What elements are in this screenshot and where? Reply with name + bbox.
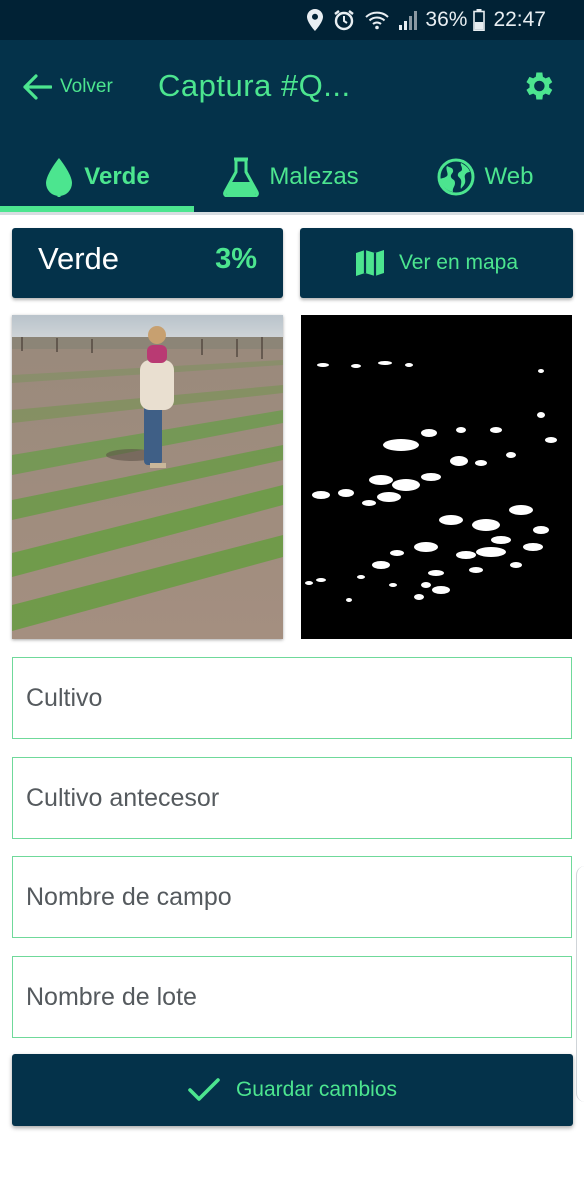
location-icon	[307, 9, 324, 31]
cultivo-antecesor-field[interactable]: Cultivo antecesor	[12, 757, 572, 839]
globe-icon	[437, 158, 475, 196]
settings-button[interactable]	[520, 68, 556, 104]
field-placeholder: Nombre de campo	[26, 882, 232, 911]
app-bar-shadow	[0, 212, 584, 215]
wifi-icon	[365, 10, 390, 30]
app-bar: Volver Captura #Q... Verde Malezas Web	[0, 40, 584, 212]
save-changes-button[interactable]: Guardar cambios	[12, 1054, 573, 1126]
status-bar: 36% 22:47	[0, 0, 584, 40]
map-icon	[355, 250, 384, 276]
flask-icon	[223, 157, 260, 197]
green-cover-mask	[301, 315, 572, 639]
coverage-percent: 3%	[215, 243, 257, 275]
alarm-icon	[333, 9, 355, 31]
page-title: Captura #Q...	[158, 68, 351, 103]
check-icon	[188, 1078, 220, 1101]
tab-verde[interactable]: Verde	[0, 145, 194, 212]
battery-icon	[473, 9, 486, 31]
tab-label: Web	[484, 163, 534, 190]
field-photo	[12, 315, 283, 639]
clock: 22:47	[493, 8, 546, 31]
arrow-left-icon	[23, 74, 52, 100]
battery-percent: 36%	[425, 8, 468, 31]
tab-label: Verde	[84, 163, 150, 190]
cultivo-field[interactable]: Cultivo	[12, 657, 572, 739]
green-coverage-card: Verde 3%	[12, 228, 283, 298]
tab-malezas[interactable]: Malezas	[194, 145, 388, 209]
field-placeholder: Cultivo antecesor	[26, 783, 220, 812]
tab-label: Malezas	[269, 163, 359, 190]
nombre-de-lote-field[interactable]: Nombre de lote	[12, 956, 572, 1038]
coverage-label: Verde	[38, 241, 120, 276]
field-placeholder: Nombre de lote	[26, 982, 197, 1011]
map-button-label: Ver en mapa	[398, 251, 519, 274]
signal-icon	[399, 10, 418, 30]
gear-icon	[526, 72, 553, 100]
save-button-label: Guardar cambios	[235, 1078, 398, 1101]
field-placeholder: Cultivo	[26, 683, 103, 712]
tab-bar: Verde Malezas Web	[0, 145, 584, 212]
nombre-de-campo-field[interactable]: Nombre de campo	[12, 856, 572, 938]
leaf-icon	[46, 158, 73, 197]
back-button[interactable]: Volver	[22, 70, 113, 104]
tab-web[interactable]: Web	[388, 145, 582, 209]
back-label: Volver	[60, 76, 113, 97]
edge-panel-handle[interactable]	[576, 866, 584, 1102]
view-map-button[interactable]: Ver en mapa	[300, 228, 573, 298]
